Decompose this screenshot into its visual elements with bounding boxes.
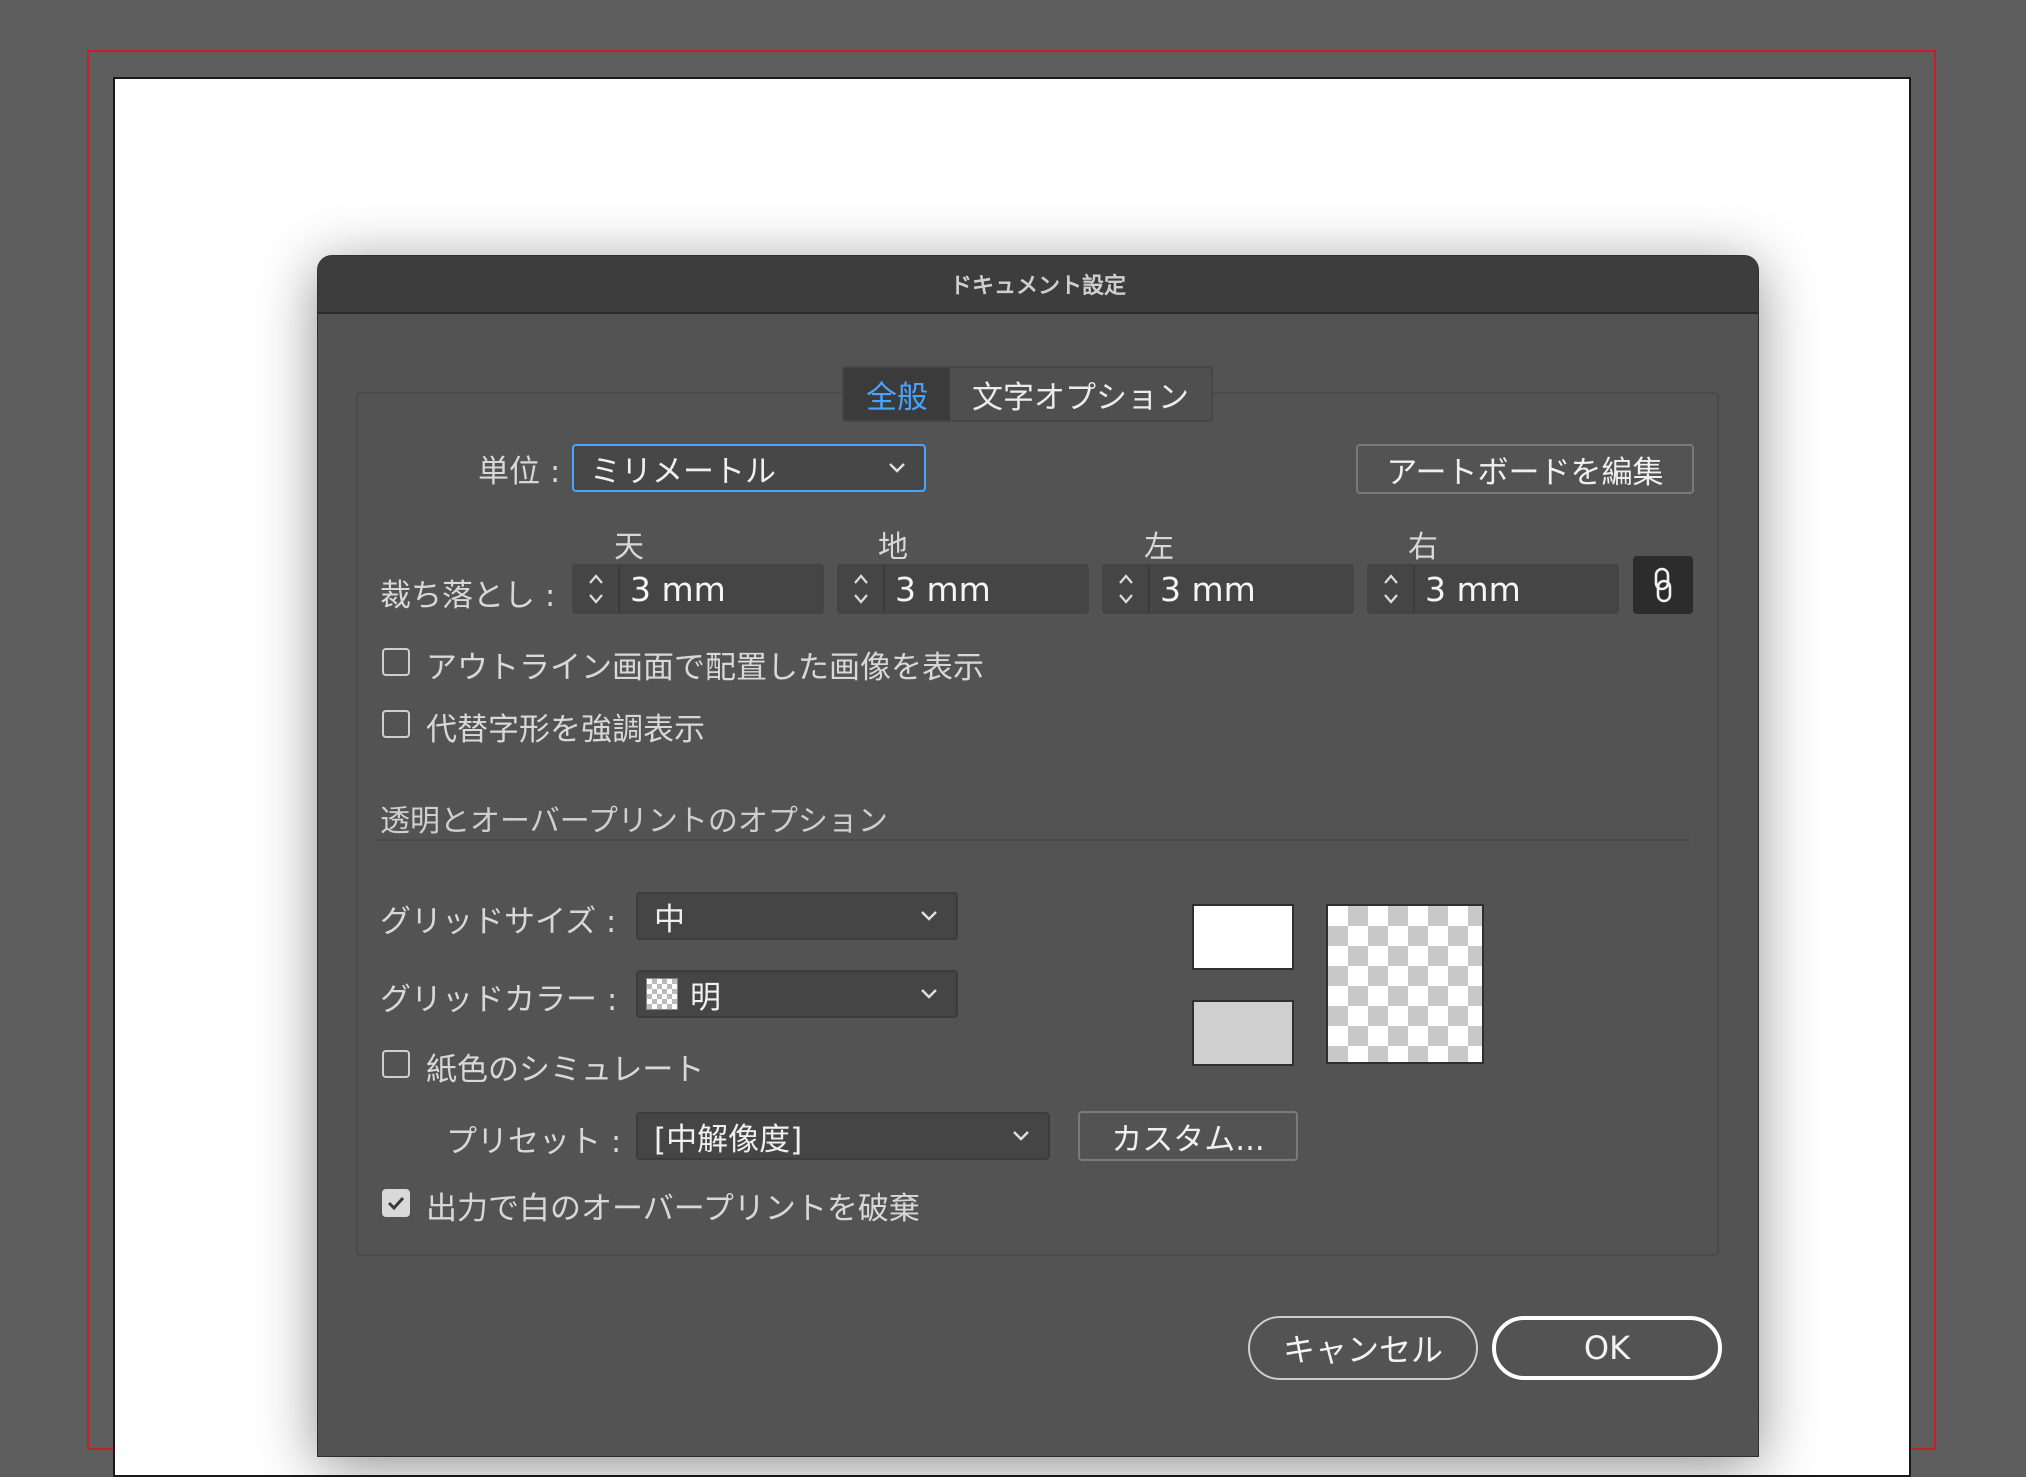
grid-color-label: グリッドカラー :	[380, 982, 618, 1018]
grid-color-swatch-light[interactable]	[1192, 904, 1294, 970]
stepper-icon[interactable]	[839, 566, 885, 612]
preset-select[interactable]: [中解像度]	[636, 1112, 1050, 1160]
stepper-icon[interactable]	[1104, 566, 1150, 612]
show-images-outline-checkbox[interactable]	[382, 648, 410, 676]
bleed-top-value: 3 mm	[630, 569, 726, 609]
stepper-icon[interactable]	[574, 566, 620, 612]
bleed-right-field[interactable]: 3 mm	[1367, 564, 1619, 614]
bleed-bottom-value: 3 mm	[895, 569, 991, 609]
grid-color-value: 明	[690, 979, 721, 1016]
units-label: 単位 :	[478, 454, 561, 490]
document-setup-dialog: ドキュメント設定 全般 文字オプション 単位 : ミリメートル アートボードを編…	[318, 256, 1758, 1456]
grid-color-select[interactable]: 明	[636, 970, 958, 1018]
dialog-title: ドキュメント設定	[949, 274, 1126, 299]
bleed-bottom-field[interactable]: 3 mm	[837, 564, 1089, 614]
bleed-right-value: 3 mm	[1425, 569, 1521, 609]
dialog-titlebar: ドキュメント設定	[318, 256, 1758, 314]
chevron-down-icon	[921, 989, 937, 999]
chevron-down-icon	[1013, 1131, 1029, 1141]
bleed-left-value: 3 mm	[1160, 569, 1256, 609]
discard-white-overprint-checkbox[interactable]	[382, 1189, 410, 1217]
bleed-top-header: 天	[614, 530, 644, 565]
bleed-label: 裁ち落とし :	[380, 578, 556, 614]
highlight-alt-glyphs-label: 代替字形を強調表示	[426, 712, 705, 748]
checker-swatch-icon	[646, 978, 678, 1010]
custom-preset-button[interactable]: カスタム...	[1078, 1111, 1298, 1161]
tab-type-options[interactable]: 文字オプション	[950, 368, 1211, 420]
chevron-down-icon	[921, 911, 937, 921]
chevron-down-icon	[889, 463, 905, 473]
highlight-alt-glyphs-checkbox[interactable]	[382, 710, 410, 738]
edit-artboards-button[interactable]: アートボードを編集	[1356, 444, 1694, 494]
ok-button[interactable]: OK	[1492, 1316, 1722, 1380]
bleed-right-header: 右	[1408, 530, 1438, 565]
bleed-left-field[interactable]: 3 mm	[1102, 564, 1354, 614]
bleed-bottom-header: 地	[878, 530, 908, 565]
simulate-paper-label: 紙色のシミュレート	[426, 1052, 705, 1088]
grid-color-swatch-dark[interactable]	[1192, 1000, 1294, 1066]
units-value: ミリメートル	[590, 453, 776, 490]
grid-size-value: 中	[654, 901, 685, 938]
link-bleed-values-button[interactable]	[1633, 556, 1693, 614]
grid-size-label: グリッドサイズ :	[380, 904, 617, 940]
show-images-outline-label: アウトライン画面で配置した画像を表示	[426, 650, 984, 686]
bleed-top-field[interactable]: 3 mm	[572, 564, 824, 614]
checkmark-icon	[387, 1196, 405, 1211]
section-divider	[376, 839, 1690, 841]
grid-preview	[1326, 904, 1484, 1064]
units-select[interactable]: ミリメートル	[572, 444, 926, 492]
discard-white-overprint-label: 出力で白のオーバープリントを破棄	[426, 1191, 920, 1227]
cancel-button[interactable]: キャンセル	[1248, 1316, 1478, 1380]
chain-link-icon	[1654, 567, 1672, 603]
bleed-left-header: 左	[1144, 530, 1174, 565]
preset-label: プリセット :	[446, 1124, 622, 1160]
simulate-paper-checkbox[interactable]	[382, 1050, 410, 1078]
preset-value: [中解像度]	[654, 1121, 803, 1158]
tab-bar: 全般 文字オプション	[842, 366, 1213, 422]
grid-size-select[interactable]: 中	[636, 892, 958, 940]
transparency-section-title: 透明とオーバープリントのオプション	[380, 804, 888, 839]
stepper-icon[interactable]	[1369, 566, 1415, 612]
tab-general[interactable]: 全般	[844, 368, 950, 420]
